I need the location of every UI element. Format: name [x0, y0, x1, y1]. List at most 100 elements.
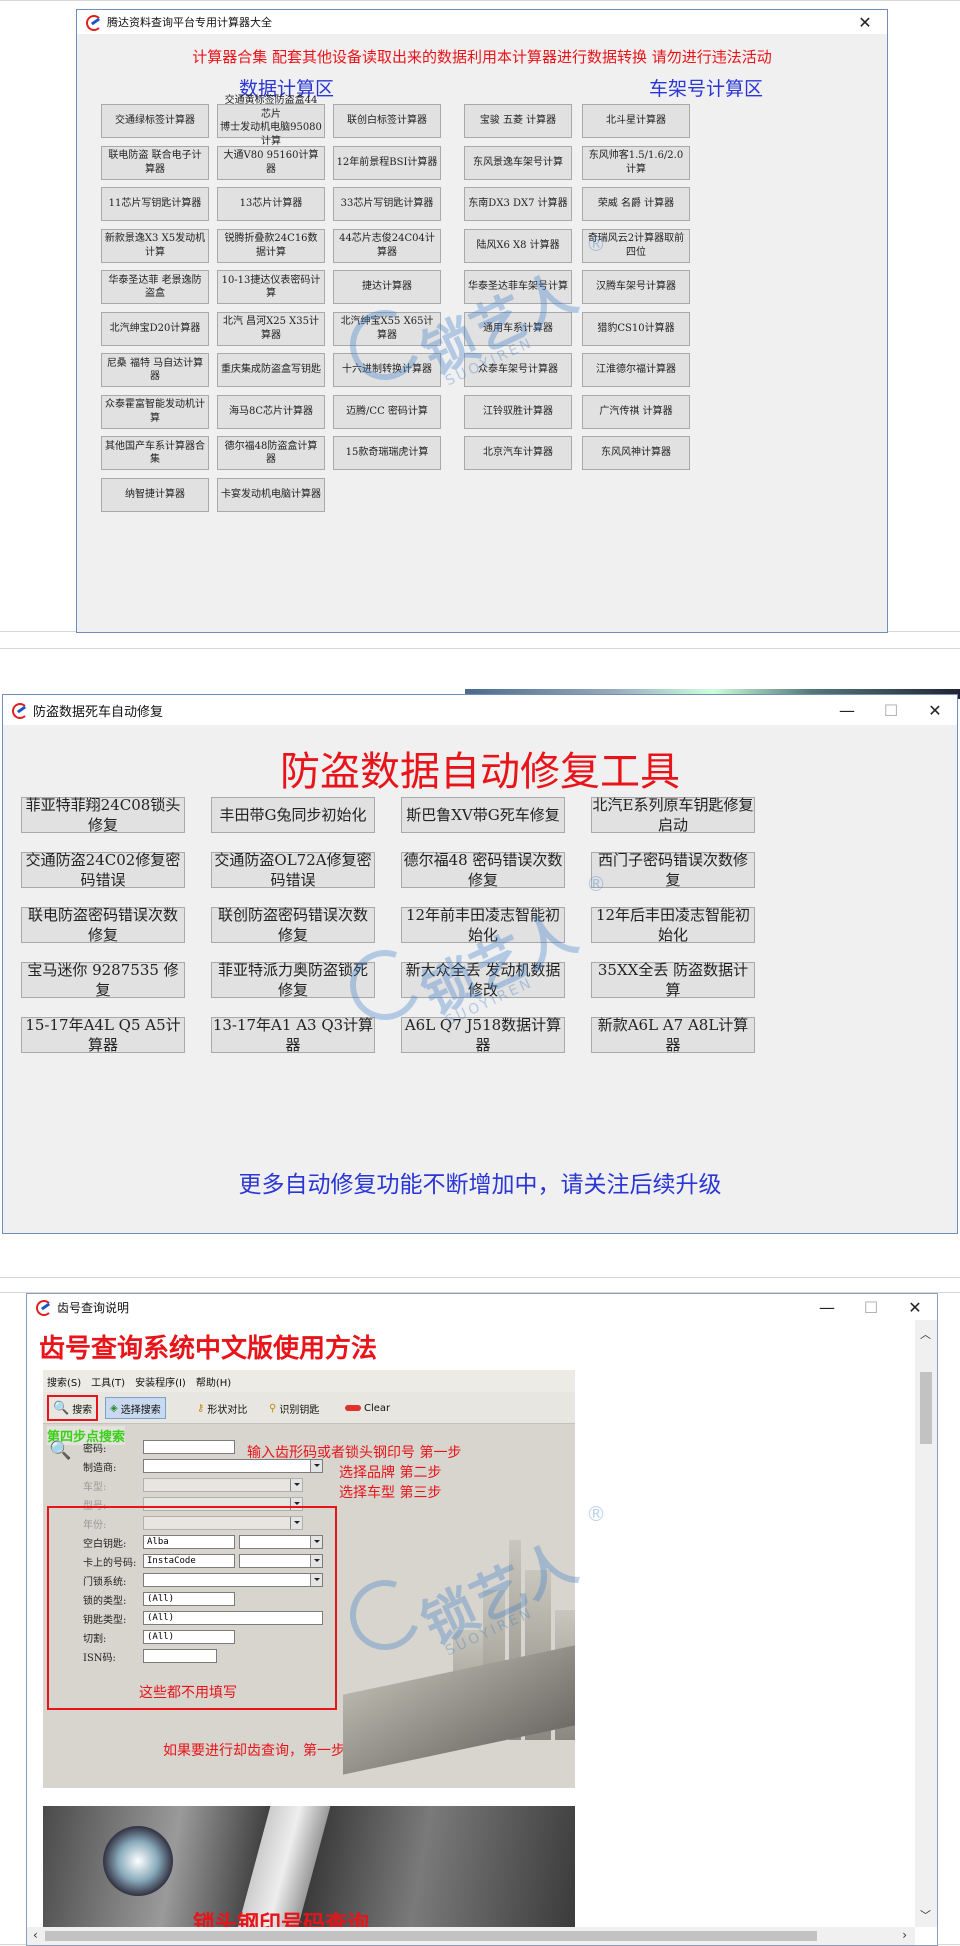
- repair-button[interactable]: A6L Q7 J518数据计算器: [401, 1016, 565, 1054]
- minimize-icon[interactable]: —: [825, 695, 869, 725]
- menu-tools[interactable]: 工具(T): [91, 1374, 125, 1389]
- vin-calc-button[interactable]: 华泰圣达菲车架号计算: [464, 270, 572, 304]
- scroll-right-icon[interactable]: ›: [902, 1928, 907, 1942]
- calc-button[interactable]: 华泰圣达菲 老景逸防盗盒: [101, 270, 209, 304]
- vin-calc-button[interactable]: 荣威 名爵 计算器: [582, 187, 690, 221]
- repair-button[interactable]: 联电防盗密码错误次数修复: [21, 906, 185, 944]
- search-button[interactable]: 🔍 搜索: [47, 1395, 99, 1421]
- minimize-icon[interactable]: —: [805, 1294, 849, 1320]
- menu-install[interactable]: 安装程序(I): [135, 1374, 186, 1389]
- form-field[interactable]: [143, 1478, 303, 1492]
- repair-button[interactable]: 菲亚特派力奥防盗锁死修复: [211, 961, 375, 999]
- repair-button[interactable]: 北汽E系列原车钥匙修复启动: [591, 796, 755, 834]
- vin-calc-heading: 车架号计算区: [649, 78, 764, 100]
- vin-calc-button[interactable]: 汉腾车架号计算器: [582, 270, 690, 304]
- select-search-button[interactable]: ◈ 选择搜索: [105, 1397, 166, 1419]
- menu-help[interactable]: 帮助(H): [196, 1374, 231, 1389]
- calc-button[interactable]: 新款景逸X3 X5发动机计算: [101, 228, 209, 263]
- calc-button[interactable]: 15款奇瑞瑞虎计算: [333, 436, 441, 470]
- vin-calc-button[interactable]: 陆风X6 X8 计算器: [464, 228, 572, 263]
- maximize-icon[interactable]: ☐: [849, 1294, 893, 1320]
- maximize-icon[interactable]: ☐: [869, 695, 913, 725]
- calc-button[interactable]: 重庆集成防盗盒写钥匙: [217, 353, 325, 387]
- app-logo-icon: [85, 14, 102, 31]
- calc-button[interactable]: 大通V80 95160计算器: [217, 145, 325, 180]
- calc-button[interactable]: 交通绿标签计算器: [101, 104, 209, 138]
- calc-button[interactable]: 北汽绅宝X55 X65计算器: [333, 311, 441, 346]
- repair-button[interactable]: 丰田带G兔同步初始化: [211, 797, 375, 833]
- repair-button[interactable]: 35XX全丢 防盗数据计算: [591, 961, 755, 999]
- calc-button[interactable]: 北汽绅宝D20计算器: [101, 311, 209, 346]
- repair-button[interactable]: 15-17年A4L Q5 A5计算器: [21, 1016, 185, 1054]
- vin-calc-button[interactable]: 通用车系计算器: [464, 311, 572, 346]
- calc-button[interactable]: 德尔福48防盗盒计算器: [217, 436, 325, 470]
- calc-button[interactable]: 33芯片写钥匙计算器: [333, 187, 441, 221]
- vin-calc-button[interactable]: 广汽传祺 计算器: [582, 394, 690, 429]
- screenshot-frame-1: 腾达资料查询平台专用计算器大全 ✕ 计算器合集 配套其他设备读取出来的数据利用本…: [0, 0, 960, 633]
- calc-button[interactable]: 北汽 昌河X25 X35计算器: [217, 311, 325, 346]
- calc-button[interactable]: 联创白标签计算器: [333, 104, 441, 138]
- calc-button[interactable]: 13芯片计算器: [217, 187, 325, 221]
- vin-calc-button[interactable]: 众泰车架号计算器: [464, 353, 572, 387]
- calc-button[interactable]: 十六进制转换计算器: [333, 353, 441, 387]
- repair-button[interactable]: 12年后丰田凌志智能初始化: [591, 906, 755, 944]
- vin-calc-button[interactable]: 北斗星计算器: [582, 104, 690, 138]
- scroll-left-icon[interactable]: ‹: [33, 1928, 38, 1942]
- scroll-down-icon[interactable]: ﹀: [920, 1907, 931, 1923]
- vin-calc-button[interactable]: 奇瑞风云2计算器取前四位: [582, 228, 690, 263]
- identify-key-button[interactable]: ⚲ 识别钥匙: [265, 1397, 323, 1419]
- select-icon: ◈: [110, 1402, 118, 1414]
- repair-button[interactable]: 交通防盗OL72A修复密码错误: [211, 851, 375, 889]
- calc-button[interactable]: 海马8C芯片计算器: [217, 394, 325, 429]
- menu-search[interactable]: 搜索(S): [47, 1374, 81, 1389]
- calc-button[interactable]: 迈腾/CC 密码计算: [333, 394, 441, 429]
- chevron-down-icon[interactable]: [290, 1479, 302, 1491]
- annotation-optional: 这些都不用填写: [139, 1685, 237, 1701]
- repair-button[interactable]: 13-17年A1 A3 Q3计算器: [211, 1016, 375, 1054]
- calc-button[interactable]: 联电防盗 联合电子计算器: [101, 145, 209, 180]
- vin-calc-button[interactable]: 江淮德尔福计算器: [582, 353, 690, 387]
- form-field[interactable]: [143, 1440, 235, 1454]
- repair-button[interactable]: 新款A6L A7 A8L计算器: [591, 1016, 755, 1054]
- close-icon[interactable]: ✕: [893, 1294, 937, 1320]
- calc-button[interactable]: 12年前景程BSI计算器: [333, 145, 441, 180]
- repair-button[interactable]: 12年前丰田凌志智能初始化: [401, 906, 565, 944]
- repair-button[interactable]: 新大众全丢 发动机数据修改: [401, 961, 565, 999]
- scroll-thumb[interactable]: [920, 1372, 932, 1444]
- repair-button[interactable]: 德尔福48 密码错误次数修复: [401, 851, 565, 889]
- shape-compare-button[interactable]: ⚷ 形状对比: [193, 1397, 251, 1419]
- calc-button[interactable]: 交通黄标签防盗盒44芯片 博士发动机电脑95080计算: [217, 95, 325, 147]
- annotation-step2: 选择品牌 第二步: [339, 1465, 442, 1481]
- vertical-scrollbar[interactable]: ︿ ﹀: [915, 1320, 937, 1927]
- repair-button[interactable]: 斯巴鲁XV带G死车修复: [401, 797, 565, 833]
- repair-button[interactable]: 宝马迷你 9287535 修复: [21, 961, 185, 999]
- repair-button[interactable]: 交通防盗24C02修复密码错误: [21, 851, 185, 889]
- calc-button[interactable]: 锐腾折叠款24C16数据计算: [217, 228, 325, 263]
- close-icon[interactable]: ✕: [913, 695, 957, 725]
- scroll-up-icon[interactable]: ︿: [920, 1326, 931, 1342]
- vin-calc-button[interactable]: 江铃驭胜计算器: [464, 394, 572, 429]
- calc-button[interactable]: 尼桑 福特 马自达计算器: [101, 353, 209, 387]
- vin-calc-button[interactable]: 东风景逸车架号计算: [464, 145, 572, 180]
- calc-button[interactable]: 44芯片志俊24C04计算器: [333, 228, 441, 263]
- repair-button[interactable]: 菲亚特菲翔24C08锁头修复: [21, 796, 185, 834]
- vin-calc-button[interactable]: 东南DX3 DX7 计算器: [464, 187, 572, 221]
- calc-button[interactable]: 众泰霍富智能发动机计算: [101, 394, 209, 429]
- calc-button[interactable]: 纳智捷计算器: [101, 477, 209, 512]
- calc-button[interactable]: 11芯片写钥匙计算器: [101, 187, 209, 221]
- repair-button[interactable]: 联创防盗密码错误次数修复: [211, 906, 375, 944]
- vin-calc-button[interactable]: 东风风神计算器: [582, 436, 690, 470]
- vin-calc-button[interactable]: 北京汽车计算器: [464, 436, 572, 470]
- calc-button[interactable]: 其他国产车系计算器合集: [101, 436, 209, 470]
- clear-button[interactable]: Clear: [341, 1397, 394, 1419]
- vin-calc-button[interactable]: 东风帅客1.5/1.6/2.0计算: [582, 145, 690, 180]
- horizontal-scrollbar[interactable]: ‹ ›: [27, 1927, 915, 1945]
- vin-calc-button[interactable]: 猎豹CS10计算器: [582, 311, 690, 346]
- close-icon[interactable]: ✕: [843, 10, 887, 34]
- calc-button[interactable]: 卡宴发动机电脑计算器: [217, 477, 325, 512]
- calc-button[interactable]: 10-13捷达仪表密码计算: [217, 270, 325, 304]
- repair-button[interactable]: 西门子密码错误次数修复: [591, 851, 755, 889]
- scroll-hthumb[interactable]: [45, 1931, 817, 1941]
- calc-button[interactable]: 捷达计算器: [333, 270, 441, 304]
- vin-calc-button[interactable]: 宝骏 五菱 计算器: [464, 104, 572, 138]
